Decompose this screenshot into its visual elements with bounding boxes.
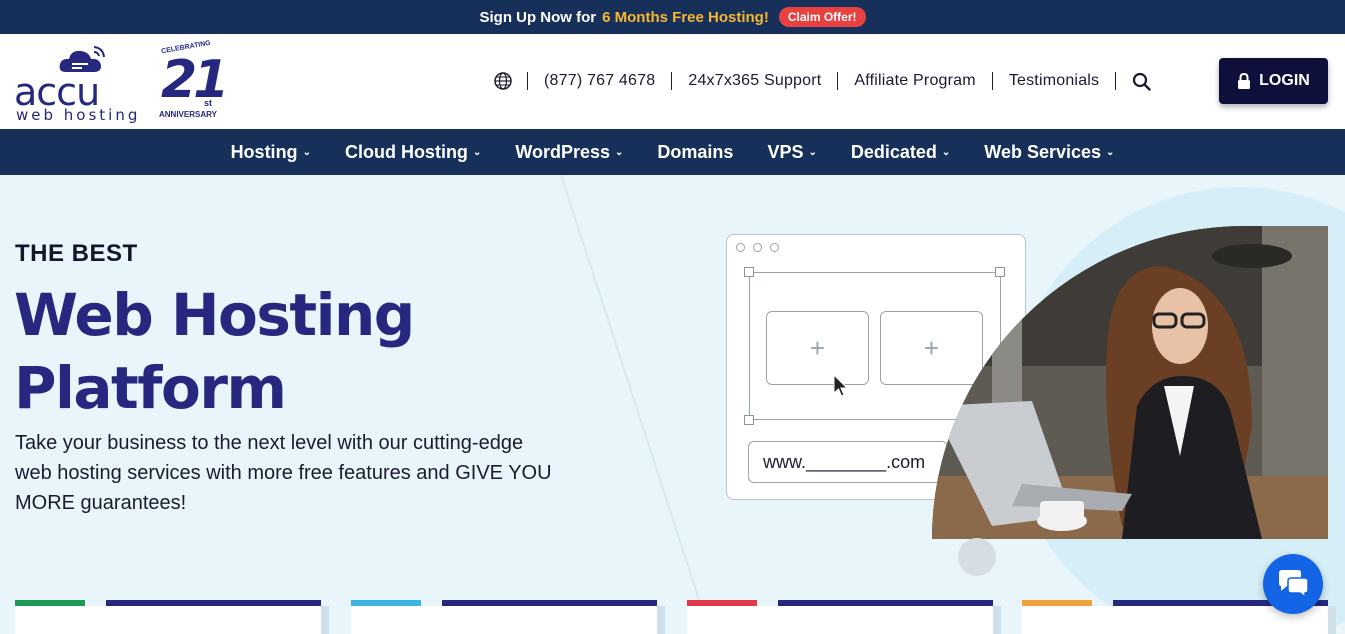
testimonials-link[interactable]: Testimonials	[993, 72, 1117, 90]
nav-label: Cloud Hosting	[344, 141, 468, 162]
card-accent-bar	[442, 600, 657, 606]
nav-label: VPS	[767, 141, 804, 162]
badge-suffix: st	[204, 98, 213, 108]
nav-label: WordPress	[515, 141, 611, 162]
hero-headline: Web Hosting Platform	[14, 279, 415, 425]
domain-url-field: www.________.com	[748, 441, 948, 483]
login-label: LOGIN	[1259, 72, 1310, 89]
phone-link[interactable]: (877) 767 4678	[528, 72, 673, 90]
plus-box-icon: +	[766, 311, 869, 385]
top-nav: (877) 767 4678 24x7x365 Support Affiliat…	[490, 63, 1167, 99]
headline-line-2: Platform	[14, 354, 287, 422]
chevron-down-icon: ⌄	[941, 146, 951, 158]
badge-bottom-text: ANNIVERSARY	[159, 110, 217, 119]
window-dots	[736, 243, 779, 252]
nav-domains[interactable]: Domains	[640, 142, 750, 163]
feature-card[interactable]	[15, 606, 329, 634]
nav-web-services[interactable]: Web Services ⌄	[967, 142, 1131, 163]
feature-cards-row	[0, 600, 1345, 634]
affiliate-link[interactable]: Affiliate Program	[838, 72, 993, 90]
decorative-dot	[958, 538, 996, 576]
nav-label: Dedicated	[850, 141, 937, 162]
feature-card[interactable]	[687, 606, 1001, 634]
promo-text: Sign Up Now for	[479, 8, 597, 26]
lock-icon	[1238, 73, 1251, 89]
nav-wordpress[interactable]: WordPress ⌄	[498, 142, 640, 163]
hero-section: THE BEST Web Hosting Platform Take your …	[0, 175, 1345, 634]
plus-box-icon: +	[880, 311, 983, 385]
search-icon[interactable]	[1116, 72, 1167, 91]
claim-offer-button[interactable]: Claim Offer!	[778, 7, 866, 27]
main-nav: Hosting ⌄ Cloud Hosting ⌄ WordPress ⌄ Domai…	[0, 129, 1345, 175]
nav-label: Domains	[657, 141, 734, 162]
chat-widget-button[interactable]	[1263, 554, 1323, 614]
card-accent-bar	[106, 600, 321, 606]
chat-bubbles-icon	[1279, 570, 1309, 599]
hero-description: Take your business to the next level wit…	[15, 432, 552, 514]
nav-label: Hosting	[230, 141, 298, 162]
card-accent-bar	[1022, 600, 1092, 606]
login-button[interactable]: LOGIN	[1219, 58, 1328, 104]
promo-highlight: 6 Months Free Hosting!	[602, 8, 769, 26]
chevron-down-icon: ⌄	[615, 146, 624, 158]
card-accent-bar	[351, 600, 421, 606]
nav-hosting[interactable]: Hosting ⌄	[214, 142, 328, 163]
globe-icon[interactable]	[490, 72, 528, 90]
chevron-down-icon: ⌄	[472, 146, 482, 158]
card-accent-bar	[15, 600, 85, 606]
hero-eyebrow: THE BEST	[15, 240, 138, 267]
card-accent-bar	[778, 600, 993, 606]
headline-line-1: Web Hosting	[14, 281, 415, 349]
background-line	[560, 175, 705, 613]
nav-label: Web Services	[984, 141, 1102, 162]
nav-vps[interactable]: VPS ⌄	[750, 142, 833, 163]
chevron-down-icon: ⌄	[808, 146, 817, 158]
badge-number: 21	[161, 50, 229, 110]
card-accent-bar	[687, 600, 757, 606]
site-header: accu web hosting CELEBRATING 21 st ANNIV…	[0, 34, 1345, 129]
promo-bar: Sign Up Now for 6 Months Free Hosting! C…	[0, 0, 1345, 34]
anniversary-badge: CELEBRATING 21 st ANNIVERSARY	[159, 40, 229, 122]
logo-subtitle: web hosting	[16, 106, 141, 124]
feature-card[interactable]	[351, 606, 665, 634]
chevron-down-icon: ⌄	[302, 146, 311, 158]
cursor-icon	[833, 374, 849, 397]
logo[interactable]: accu web hosting CELEBRATING 21 st ANNIV…	[14, 40, 229, 124]
nav-dedicated[interactable]: Dedicated ⌄	[834, 142, 967, 163]
chevron-down-icon: ⌄	[1106, 146, 1115, 158]
nav-cloud-hosting[interactable]: Cloud Hosting ⌄	[328, 142, 498, 163]
support-link[interactable]: 24x7x365 Support	[672, 72, 839, 90]
